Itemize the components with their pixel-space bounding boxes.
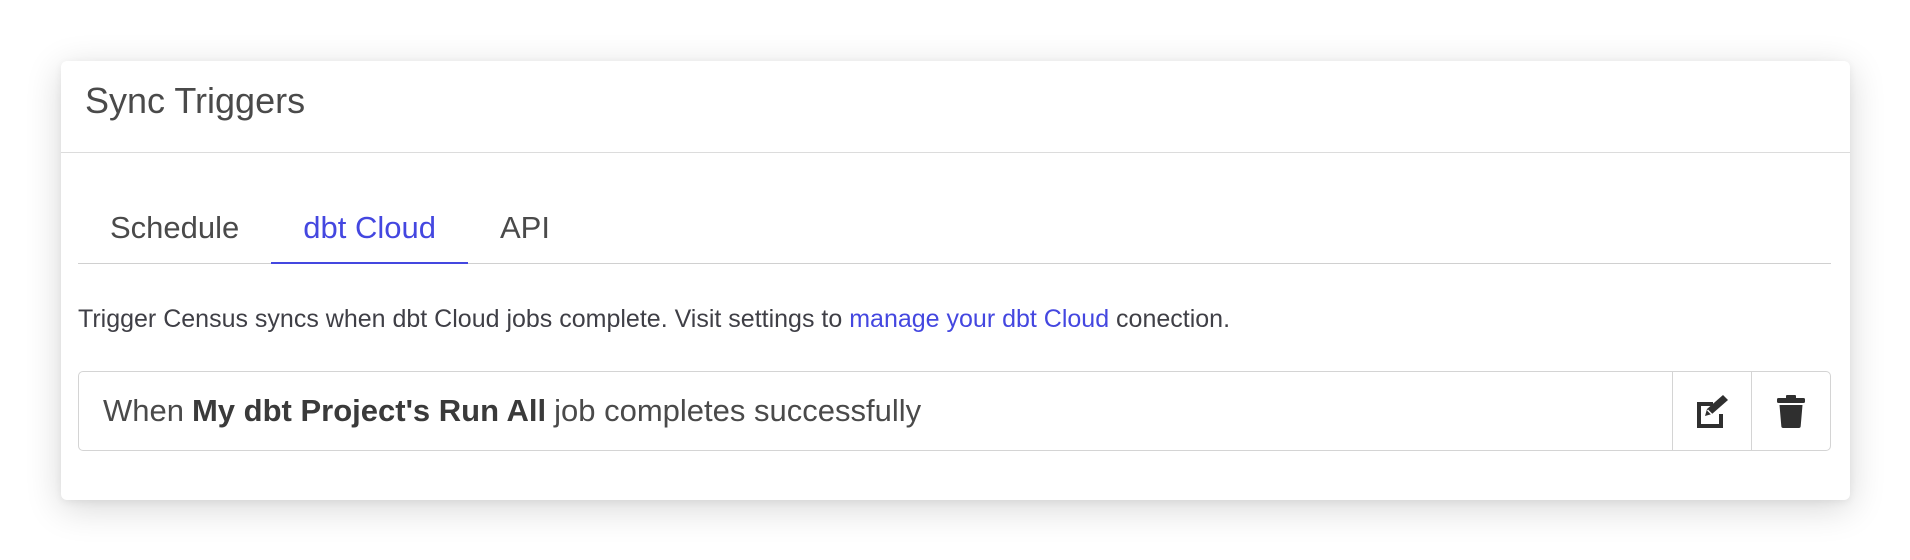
description-text-after: conection. — [1109, 305, 1231, 333]
sync-triggers-card: Sync Triggers Schedule dbt Cloud API Tri… — [61, 61, 1850, 500]
edit-trigger-button[interactable] — [1672, 372, 1751, 450]
dbt-trigger-row: When My dbt Project's Run All job comple… — [78, 371, 1831, 451]
trigger-description: When My dbt Project's Run All job comple… — [79, 372, 1672, 450]
dbt-cloud-description: Trigger Census syncs when dbt Cloud jobs… — [78, 305, 1230, 334]
description-text-before: Trigger Census syncs when dbt Cloud jobs… — [78, 305, 850, 333]
card-title: Sync Triggers — [85, 79, 306, 121]
tab-schedule[interactable]: Schedule — [78, 204, 271, 264]
card-header: Sync Triggers — [61, 61, 1850, 153]
tab-api[interactable]: API — [468, 204, 582, 264]
trigger-tabs: Schedule dbt Cloud API — [78, 204, 1831, 264]
trigger-job-name: My dbt Project's Run All — [191, 393, 547, 428]
manage-dbt-cloud-link[interactable]: manage your dbt Cloud — [849, 305, 1109, 333]
trigger-suffix: job completes successfully — [554, 393, 922, 428]
tab-dbt-cloud[interactable]: dbt Cloud — [271, 204, 468, 264]
delete-trigger-button[interactable] — [1751, 372, 1830, 450]
trigger-prefix: When — [103, 393, 184, 428]
trash-icon — [1777, 395, 1805, 428]
edit-icon — [1697, 395, 1728, 428]
